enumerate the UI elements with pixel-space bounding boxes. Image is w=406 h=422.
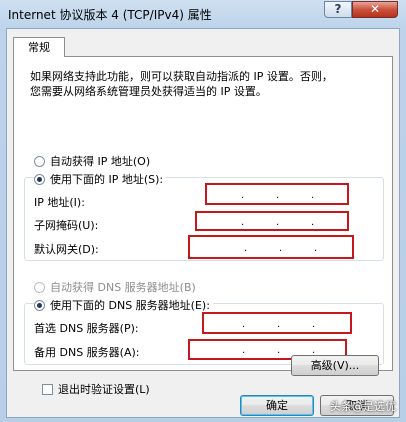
advanced-button[interactable]: 高级(V)... [291,355,379,376]
radio-manual-dns-label: 使用下面的 DNS 服务器地址(E): [50,299,210,312]
radio-auto-ip-circle[interactable] [34,155,45,167]
validate-checkbox-row[interactable]: 退出时验证设置(L) [42,381,150,397]
ip-address-label: IP 地址(I): [34,196,85,209]
title-bar[interactable]: Internet 协议版本 4 (TCP/IPv4) 属性 ? ✕ [0,0,406,28]
general-panel: 如果网络支持此功能，则可以获取自动指派的 IP 设置。否则， 您需要从网络系统管… [13,56,393,396]
intro-line-1: 如果网络支持此功能，则可以获取自动指派的 IP 设置。否则， [30,70,333,83]
default-gateway-input[interactable]: ... [188,235,354,259]
intro-line-2: 您需要从网络系统管理员处获得适当的 IP 设置。 [30,85,267,98]
radio-manual-ip[interactable]: 使用下面的 IP 地址(S): [34,171,167,187]
default-gateway-label: 默认网关(D): [34,243,99,256]
validate-checkbox[interactable] [42,383,53,395]
radio-auto-dns-circle[interactable] [34,281,45,293]
preferred-dns-label: 首选 DNS 服务器(P): [34,322,139,335]
help-button[interactable]: ? [324,1,352,18]
intro-text: 如果网络支持此功能，则可以获取自动指派的 IP 设置。否则， 您需要从网络系统管… [30,69,380,99]
ip-address-input[interactable]: ... [205,183,349,205]
window-title: Internet 协议版本 4 (TCP/IPv4) 属性 [8,8,212,22]
radio-auto-dns[interactable]: 自动获得 DNS 服务器地址(B) [34,279,196,295]
subnet-mask-input[interactable]: ... [195,211,349,231]
radio-auto-dns-label: 自动获得 DNS 服务器地址(B) [50,281,196,294]
radio-manual-ip-label: 使用下面的 IP 地址(S): [50,173,164,186]
alternate-dns-label: 备用 DNS 服务器(A): [34,346,140,359]
tab-general[interactable]: 常规 [13,37,65,57]
radio-manual-dns[interactable]: 使用下面的 DNS 服务器地址(E): [34,297,213,313]
close-button[interactable]: ✕ [352,1,398,18]
radio-auto-ip-label: 自动获得 IP 地址(O) [50,155,151,168]
subnet-mask-label: 子网掩码(U): [34,219,99,232]
dialog-window: Internet 协议版本 4 (TCP/IPv4) 属性 ? ✕ 常规 如果网… [0,0,406,422]
radio-auto-ip[interactable]: 自动获得 IP 地址(O) [34,153,150,169]
radio-manual-ip-circle[interactable] [34,173,45,185]
radio-manual-dns-circle[interactable] [34,299,45,311]
validate-checkbox-label: 退出时验证设置(L) [58,383,150,396]
dialog-client: 常规 如果网络支持此功能，则可以获取自动指派的 IP 设置。否则， 您需要从网络… [6,28,400,418]
watermark-text: 头条@是选优 [330,400,396,413]
preferred-dns-input[interactable]: ... [202,312,352,334]
ok-button[interactable]: 确定 [240,395,314,416]
